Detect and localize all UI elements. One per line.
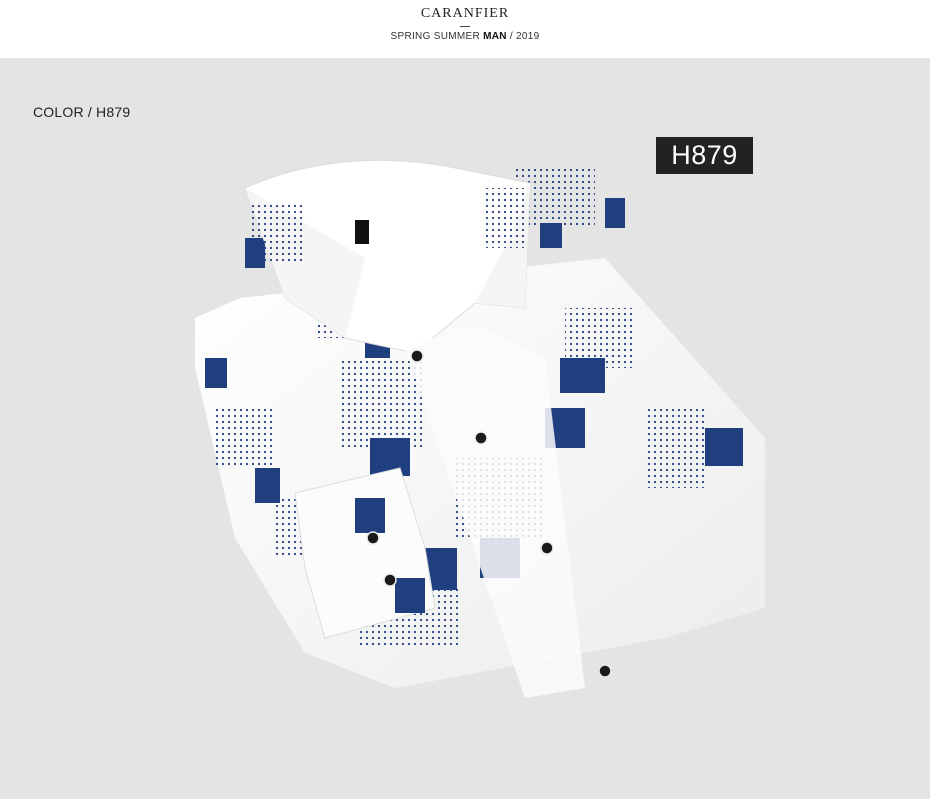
page-header: CARANFIER SPRING SUMMER MAN / 2019 [0, 0, 930, 58]
collar-label [355, 220, 369, 244]
brand-name: CARANFIER [420, 6, 510, 21]
tagline-bold: MAN [483, 31, 507, 42]
shirt-image [195, 159, 765, 698]
tagline-suffix: / 2019 [509, 31, 540, 42]
product-stage: COLOR / H879 H879 [0, 58, 930, 799]
product-code-badge: H879 [656, 137, 753, 174]
season-tagline: SPRING SUMMER MAN / 2019 [0, 31, 930, 42]
brand-divider [460, 26, 470, 27]
color-label: COLOR / H879 [33, 104, 131, 120]
tagline-prefix: SPRING SUMMER [390, 31, 480, 42]
